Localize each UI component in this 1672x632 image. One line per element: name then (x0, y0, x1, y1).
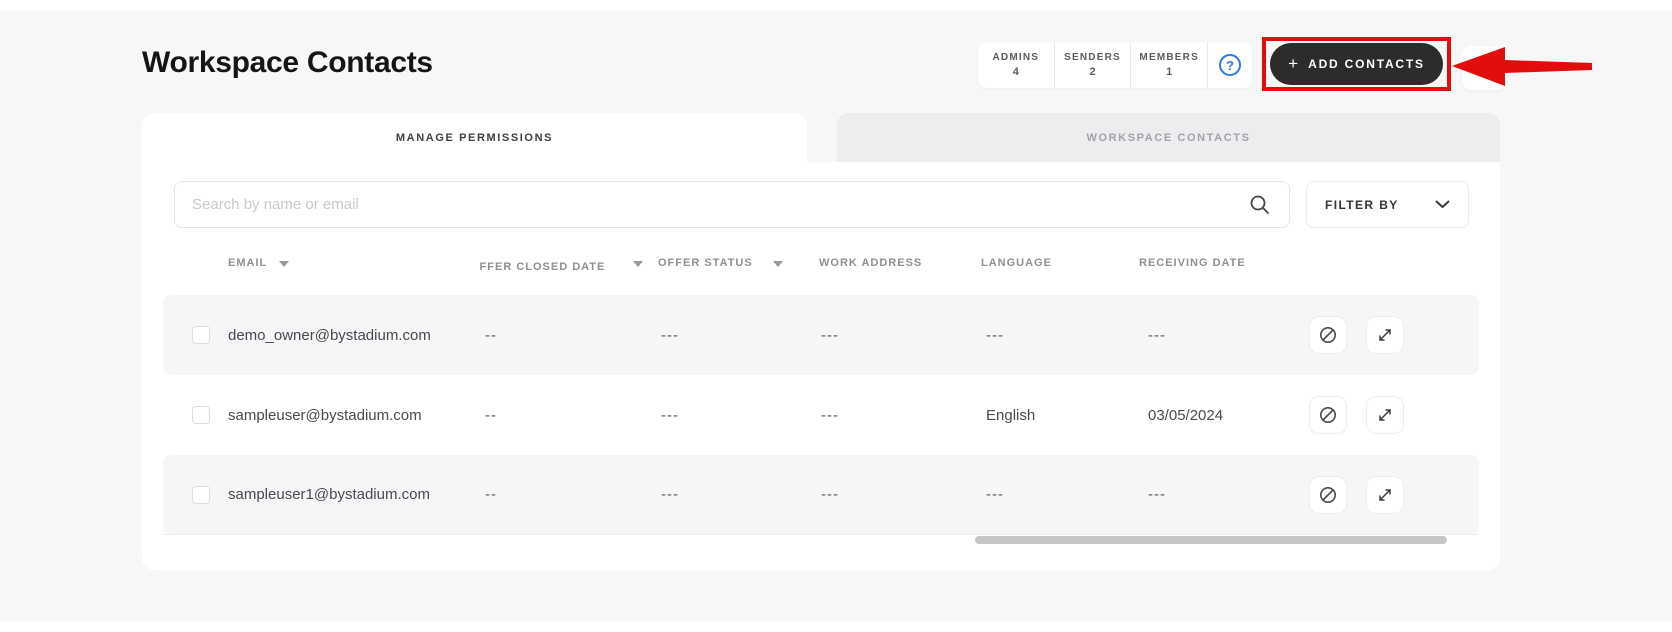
stat-members-value: 1 (1166, 66, 1173, 78)
filter-by-label: FILTER BY (1325, 197, 1399, 212)
chevron-down-icon (1435, 200, 1450, 208)
cell-email: demo_owner@bystadium.com (228, 326, 431, 344)
expand-icon (1379, 409, 1391, 421)
top-white-strip (0, 0, 1672, 10)
page-title: Workspace Contacts (142, 46, 433, 79)
sort-icon-email[interactable] (279, 261, 289, 267)
expand-icon (1379, 489, 1391, 501)
stat-members: MEMBERS 1 (1131, 42, 1209, 88)
table-row: demo_owner@bystadium.com -- --- --- --- … (163, 295, 1479, 375)
column-header-language: LANGUAGE (981, 257, 1052, 269)
add-contacts-label: ADD CONTACTS (1308, 57, 1425, 71)
workspace-contacts-page: Workspace Contacts ADMINS 4 SENDERS 2 ME… (0, 0, 1672, 632)
role-stats-card: ADMINS 4 SENDERS 2 MEMBERS 1 ? (978, 42, 1252, 88)
annotation-highlight-rect: + ADD CONTACTS (1262, 37, 1451, 91)
filter-by-button[interactable]: FILTER BY (1306, 181, 1469, 228)
stat-members-label: MEMBERS (1139, 52, 1199, 63)
column-header-offer-closed-date[interactable]: OFFER CLOSED DATE (479, 257, 625, 275)
block-icon (1320, 487, 1336, 503)
table-row: sampleuser@bystadium.com -- --- --- Engl… (163, 375, 1479, 455)
cell-language: --- (986, 326, 1004, 344)
horizontal-scrollbar-thumb[interactable] (975, 536, 1447, 544)
column-header-offer-status[interactable]: OFFER STATUS (658, 257, 753, 269)
expand-contact-button[interactable] (1366, 396, 1404, 434)
cell-receiving-date: 03/05/2024 (1148, 406, 1224, 424)
cell-receiving-date: --- (1148, 326, 1166, 344)
expand-icon (1379, 329, 1391, 341)
cell-offer-closed-date: -- (485, 406, 497, 424)
cell-receiving-date: --- (1148, 486, 1166, 503)
cell-work-address: --- (821, 486, 839, 503)
cell-email: sampleuser@bystadium.com (228, 406, 422, 424)
cell-offer-status: --- (661, 406, 679, 424)
cell-offer-closed-date: -- (485, 326, 497, 344)
expand-contact-button[interactable] (1366, 316, 1404, 354)
block-icon (1320, 327, 1336, 343)
row-checkbox[interactable] (192, 406, 210, 424)
stat-admins: ADMINS 4 (978, 42, 1055, 88)
stat-admins-value: 4 (1012, 66, 1019, 78)
column-header-work-address: WORK ADDRESS (819, 257, 923, 269)
annotation-arrow-icon (1452, 47, 1592, 86)
stat-senders-label: SENDERS (1064, 52, 1121, 63)
row-checkbox[interactable] (192, 486, 210, 504)
row-checkbox[interactable] (192, 326, 210, 344)
stat-admins-label: ADMINS (992, 52, 1040, 63)
tab-workspace-contacts[interactable]: WORKSPACE CONTACTS (837, 113, 1500, 163)
tab-manage-permissions[interactable]: MANAGE PERMISSIONS (142, 113, 807, 163)
sort-icon-offer-closed-date[interactable] (633, 261, 643, 267)
help-icon[interactable]: ? (1219, 54, 1242, 76)
plus-icon: + (1288, 53, 1299, 73)
help-cell: ? (1208, 42, 1252, 88)
block-icon (1320, 407, 1336, 423)
block-contact-button[interactable] (1309, 396, 1347, 434)
stat-senders: SENDERS 2 (1055, 42, 1132, 88)
column-header-email[interactable]: EMAIL (228, 257, 267, 269)
cell-language: --- (986, 486, 1004, 503)
cell-work-address: --- (821, 406, 839, 424)
stat-senders-value: 2 (1089, 66, 1096, 78)
cell-offer-closed-date: -- (485, 486, 497, 503)
search-icon[interactable] (1249, 194, 1271, 216)
table-bottom-divider (163, 534, 1479, 535)
add-contacts-button[interactable]: + ADD CONTACTS (1270, 43, 1443, 85)
cell-offer-status: --- (661, 486, 679, 503)
table-row: sampleuser1@bystadium.com -- --- --- ---… (163, 455, 1479, 534)
tab-manage-permissions-label: MANAGE PERMISSIONS (395, 132, 554, 144)
tab-workspace-contacts-label: WORKSPACE CONTACTS (1086, 132, 1251, 144)
block-contact-button[interactable] (1309, 476, 1347, 514)
cell-email: sampleuser1@bystadium.com (228, 486, 430, 503)
sort-icon-offer-status[interactable] (773, 261, 783, 267)
bottom-white-strip (0, 621, 1672, 632)
block-contact-button[interactable] (1309, 316, 1347, 354)
cell-offer-status: --- (661, 326, 679, 344)
search-box (174, 181, 1290, 228)
expand-contact-button[interactable] (1366, 476, 1404, 514)
cell-language: English (986, 406, 1036, 424)
search-input[interactable] (175, 182, 1289, 227)
column-header-receiving-date: RECEIVING DATE (1139, 257, 1246, 269)
cell-work-address: --- (821, 326, 839, 344)
